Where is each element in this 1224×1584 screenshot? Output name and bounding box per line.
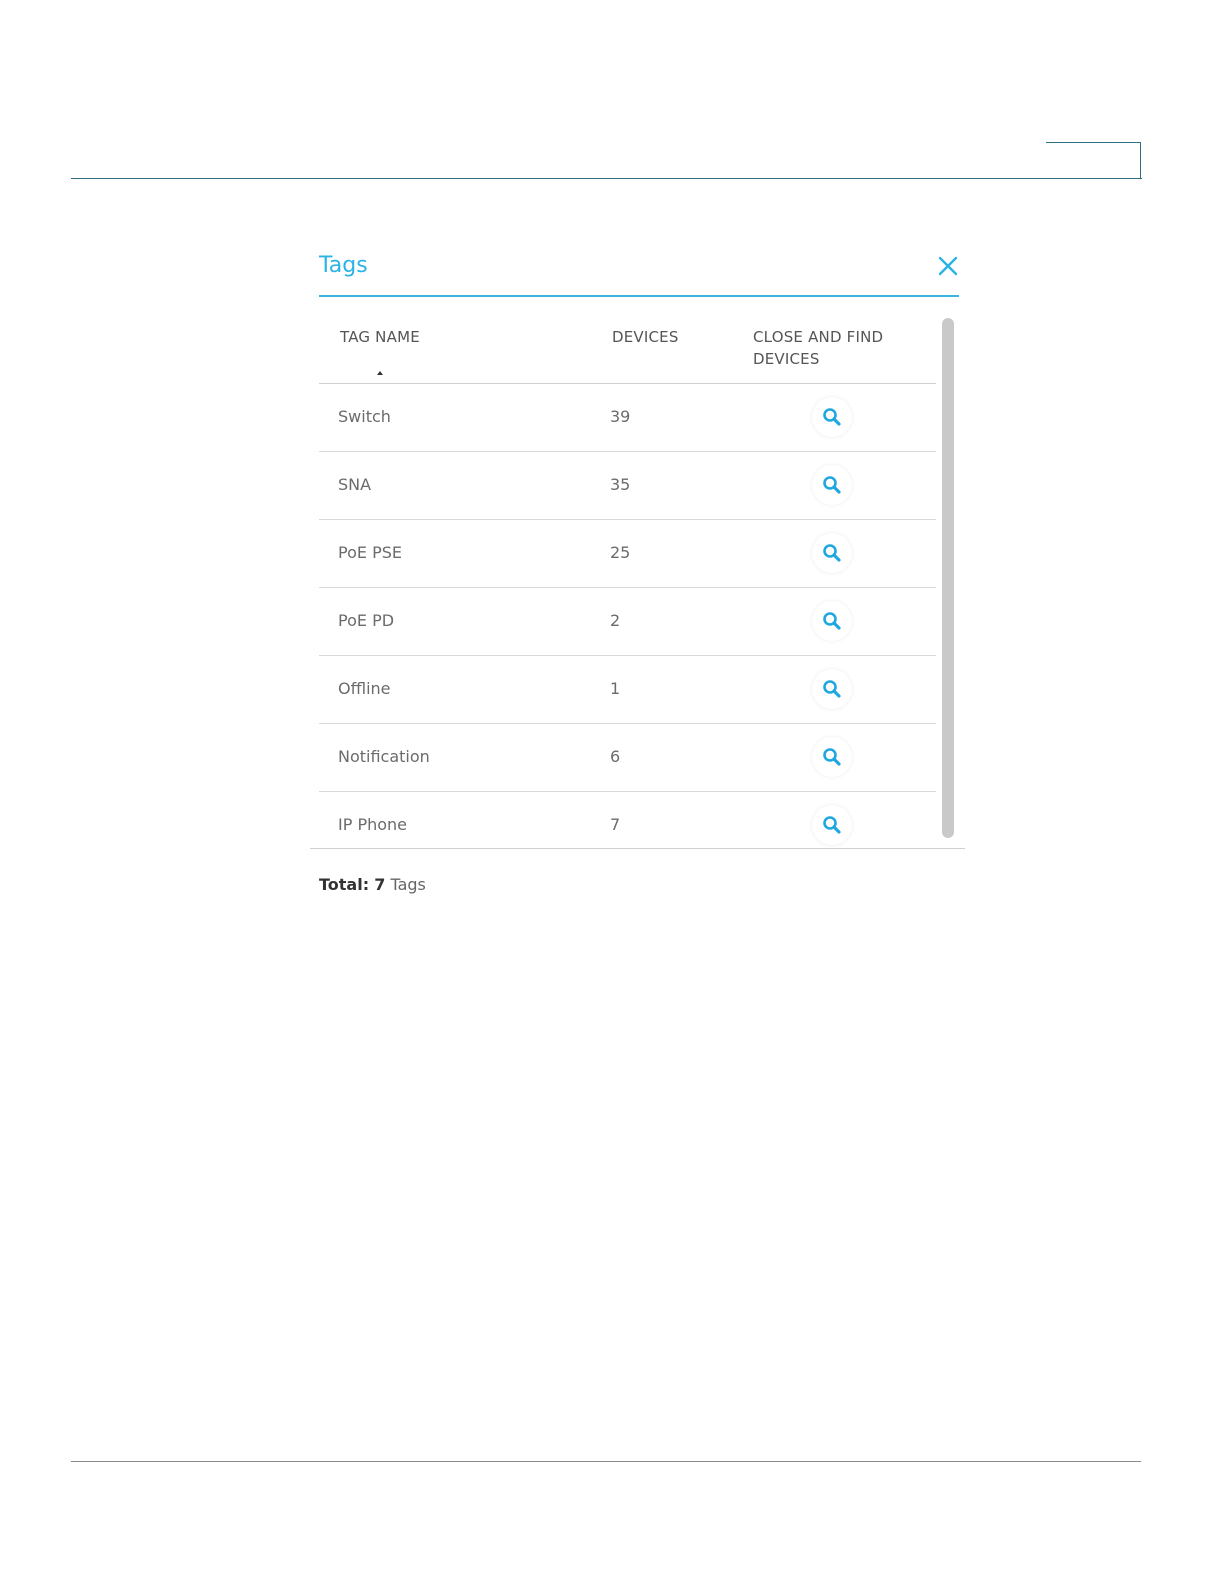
close-icon — [938, 256, 958, 276]
table-row: PoE PD 2 — [319, 588, 936, 656]
table-footer-divider — [310, 848, 965, 849]
devices-count-cell: 25 — [610, 543, 631, 562]
total-count: 7 — [374, 875, 386, 894]
devices-count-cell: 35 — [610, 475, 631, 494]
find-devices-button[interactable] — [812, 465, 852, 505]
total-label: Total: — [319, 875, 370, 894]
column-header-devices[interactable]: DEVICES — [612, 326, 679, 348]
tag-name-cell: PoE PSE — [338, 543, 402, 562]
search-icon — [823, 408, 841, 426]
tag-name-cell: Switch — [338, 407, 391, 426]
table-row: Switch 39 — [319, 384, 936, 452]
search-icon — [823, 680, 841, 698]
find-devices-button[interactable] — [812, 669, 852, 709]
table-row: Offline 1 — [319, 656, 936, 724]
page-header-corner-box — [1046, 142, 1141, 178]
find-devices-button[interactable] — [812, 737, 852, 777]
tags-table: TAG NAME DEVICES CLOSE AND FIND DEVICES … — [319, 318, 936, 859]
tag-name-cell: Offline — [338, 679, 391, 698]
total-unit: Tags — [390, 875, 426, 894]
table-row: SNA 35 — [319, 452, 936, 520]
search-icon — [823, 816, 841, 834]
search-icon — [823, 612, 841, 630]
devices-count-cell: 2 — [610, 611, 621, 630]
column-header-close-and-find: CLOSE AND FIND DEVICES — [753, 328, 884, 368]
devices-count-cell: 7 — [610, 815, 621, 834]
search-icon — [823, 748, 841, 766]
page-footer-rule — [71, 1461, 1141, 1462]
sort-ascending-icon — [377, 371, 383, 375]
tag-name-cell: Notification — [338, 747, 430, 766]
find-devices-button[interactable] — [812, 805, 852, 845]
tag-name-cell: PoE PD — [338, 611, 395, 630]
table-header: TAG NAME DEVICES CLOSE AND FIND DEVICES — [319, 318, 936, 384]
column-header-tag-name[interactable]: TAG NAME — [340, 326, 420, 348]
table-scrollbar[interactable] — [942, 318, 954, 838]
tag-name-cell: IP Phone — [338, 815, 408, 834]
tags-dialog: Tags TAG NAME DEVICES CLOSE AND FIND DEV… — [310, 245, 970, 915]
find-devices-button[interactable] — [812, 533, 852, 573]
devices-count-cell: 1 — [610, 679, 621, 698]
page-header-rule — [71, 178, 1142, 179]
total-summary: Total: 7 Tags — [319, 875, 426, 894]
table-row: Notification 6 — [319, 724, 936, 792]
devices-count-cell: 6 — [610, 747, 621, 766]
table-row: PoE PSE 25 — [319, 520, 936, 588]
devices-count-cell: 39 — [610, 407, 631, 426]
dialog-title-divider — [319, 295, 959, 297]
find-devices-button[interactable] — [812, 601, 852, 641]
search-icon — [823, 544, 841, 562]
dialog-title: Tags — [319, 253, 368, 278]
search-icon — [823, 476, 841, 494]
find-devices-button[interactable] — [812, 397, 852, 437]
close-button[interactable] — [937, 255, 959, 277]
tag-name-cell: SNA — [338, 475, 372, 494]
